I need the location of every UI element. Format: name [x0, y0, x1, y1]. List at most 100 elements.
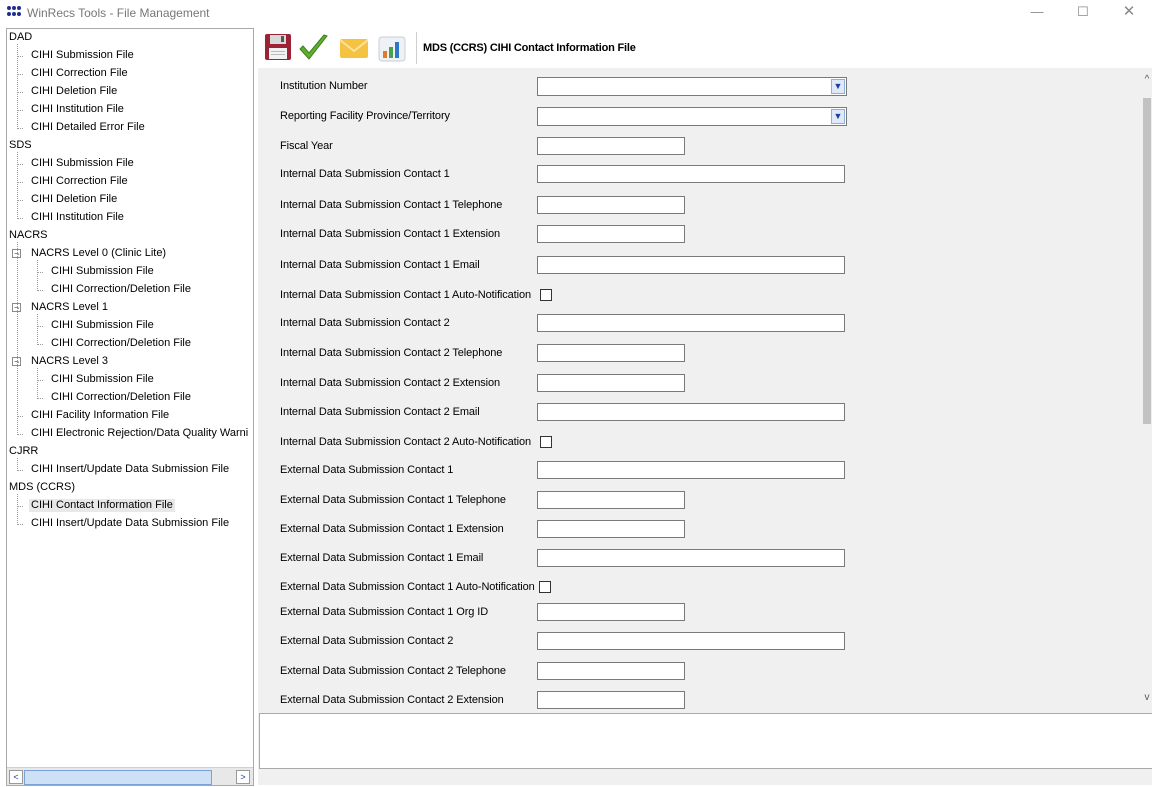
tree-node[interactable]: CIHI Institution File [31, 103, 124, 116]
tree-root-node[interactable]: NACRS [9, 229, 48, 242]
text-field[interactable] [537, 403, 845, 421]
window-title: WinRecs Tools - File Management [27, 6, 210, 20]
email-envelope-icon[interactable] [338, 32, 370, 64]
dropdown-field[interactable]: ▼ [537, 107, 847, 126]
text-field[interactable] [537, 256, 845, 274]
tree-node[interactable]: CIHI Correction File [31, 175, 128, 188]
tree-child-node[interactable]: CIHI Correction/Deletion File [51, 391, 191, 404]
save-icon[interactable] [263, 32, 295, 64]
validate-check-icon[interactable] [297, 32, 329, 64]
field-label: Internal Data Submission Contact 1 Telep… [280, 199, 503, 211]
text-field[interactable] [537, 196, 685, 214]
message-box[interactable] [259, 713, 1152, 769]
scroll-left-icon[interactable]: < [9, 770, 23, 784]
field-label: Internal Data Submission Contact 2 Exten… [280, 377, 500, 389]
tree-root-node[interactable]: DAD [9, 31, 32, 44]
text-field[interactable] [537, 225, 685, 243]
tree-node[interactable]: CIHI Submission File [31, 49, 134, 62]
chevron-down-icon[interactable]: ▼ [831, 109, 845, 124]
text-field[interactable] [537, 137, 685, 155]
app-icon [7, 6, 21, 18]
text-field[interactable] [537, 549, 845, 567]
toolbar-separator [416, 32, 417, 64]
text-field[interactable] [537, 491, 685, 509]
tree-connector [37, 260, 38, 291]
tree-root-node[interactable]: MDS (CCRS) [9, 481, 75, 494]
field-label: Internal Data Submission Contact 1 [280, 168, 450, 180]
field-label: External Data Submission Contact 1 Telep… [280, 494, 506, 506]
tree-root-node[interactable]: CJRR [9, 445, 38, 458]
tree-child-node[interactable]: CIHI Submission File [51, 373, 154, 386]
tree-node[interactable]: CIHI Contact Information File [29, 499, 175, 512]
tree-node[interactable]: CIHI Insert/Update Data Submission File [31, 517, 229, 530]
tree-node[interactable]: CIHI Electronic Rejection/Data Quality W… [31, 427, 248, 440]
toolbar: MDS (CCRS) CIHI Contact Information File [258, 28, 1152, 68]
tree-connector [17, 494, 18, 525]
scroll-down-icon[interactable]: v [1142, 692, 1152, 703]
title-bar: WinRecs Tools - File Management — ☐ ✕ [0, 0, 1152, 26]
tree-child-node[interactable]: CIHI Correction/Deletion File [51, 283, 191, 296]
tree-child-node[interactable]: CIHI Submission File [51, 265, 154, 278]
field-label: Internal Data Submission Contact 1 Exten… [280, 228, 500, 240]
tree-node[interactable]: CIHI Deletion File [31, 193, 117, 206]
text-field[interactable] [537, 374, 685, 392]
field-label: Internal Data Submission Contact 2 Telep… [280, 347, 503, 359]
text-field[interactable] [537, 662, 685, 680]
text-field[interactable] [537, 461, 845, 479]
scroll-thumb[interactable] [1143, 98, 1151, 424]
text-field[interactable] [537, 520, 685, 538]
tree-connector [17, 44, 18, 129]
scroll-right-icon[interactable]: > [236, 770, 250, 784]
minimize-button[interactable]: — [1014, 0, 1060, 26]
field-label: Internal Data Submission Contact 2 Auto-… [280, 436, 531, 448]
text-field[interactable] [537, 165, 845, 183]
chevron-down-icon[interactable]: ▼ [831, 79, 845, 94]
field-label: External Data Submission Contact 1 Exten… [280, 523, 504, 535]
field-label: Internal Data Submission Contact 2 [280, 317, 450, 329]
scroll-thumb[interactable] [24, 770, 212, 785]
field-label: Internal Data Submission Contact 1 Email [280, 259, 480, 271]
field-label: External Data Submission Contact 1 Auto-… [280, 581, 535, 593]
report-chart-icon[interactable] [376, 32, 408, 64]
tree-connector [17, 242, 18, 435]
dropdown-field[interactable]: ▼ [537, 77, 847, 96]
tree-node[interactable]: CIHI Correction File [31, 67, 128, 80]
text-field[interactable] [537, 603, 685, 621]
form-vertical-scrollbar[interactable]: ^ v [1142, 68, 1152, 712]
text-field[interactable] [537, 691, 685, 709]
tree-horizontal-scrollbar[interactable]: < > [7, 767, 253, 785]
field-label: External Data Submission Contact 2 Exten… [280, 694, 504, 706]
text-field[interactable] [537, 344, 685, 362]
tree-node[interactable]: CIHI Facility Information File [31, 409, 169, 422]
tree-connector [37, 314, 38, 345]
text-field[interactable] [537, 314, 845, 332]
field-label: External Data Submission Contact 1 [280, 464, 454, 476]
scroll-up-icon[interactable]: ^ [1142, 74, 1152, 85]
file-type-tree[interactable]: DAD CIHI Submission File CIHI Correction F… [6, 28, 254, 786]
field-label: Internal Data Submission Contact 2 Email [280, 406, 480, 418]
auto-notification-checkbox[interactable] [540, 436, 552, 448]
tree-node[interactable]: CIHI Insert/Update Data Submission File [31, 463, 229, 476]
field-label: External Data Submission Contact 2 Telep… [280, 665, 506, 677]
auto-notification-checkbox[interactable] [540, 289, 552, 301]
tree-connector [17, 458, 18, 471]
tree-node[interactable]: NACRS Level 3 [31, 355, 108, 368]
form-title: MDS (CCRS) CIHI Contact Information File [423, 42, 636, 54]
close-button[interactable]: ✕ [1106, 0, 1152, 26]
text-field[interactable] [537, 632, 845, 650]
main-panel: MDS (CCRS) CIHI Contact Information File… [258, 28, 1152, 785]
tree-root-node[interactable]: SDS [9, 139, 32, 152]
tree-node[interactable]: CIHI Detailed Error File [31, 121, 145, 134]
tree-node[interactable]: CIHI Submission File [31, 157, 134, 170]
tree-node[interactable]: NACRS Level 0 (Clinic Lite) [31, 247, 166, 260]
tree-node[interactable]: CIHI Deletion File [31, 85, 117, 98]
auto-notification-checkbox[interactable] [539, 581, 551, 593]
tree-child-node[interactable]: CIHI Submission File [51, 319, 154, 332]
tree-child-node[interactable]: CIHI Correction/Deletion File [51, 337, 191, 350]
tree-node[interactable]: NACRS Level 1 [31, 301, 108, 314]
field-label: External Data Submission Contact 1 Org I… [280, 606, 489, 618]
tree-connector [17, 152, 18, 219]
maximize-button[interactable]: ☐ [1060, 0, 1106, 26]
field-label: Fiscal Year [280, 140, 333, 152]
tree-node[interactable]: CIHI Institution File [31, 211, 124, 224]
